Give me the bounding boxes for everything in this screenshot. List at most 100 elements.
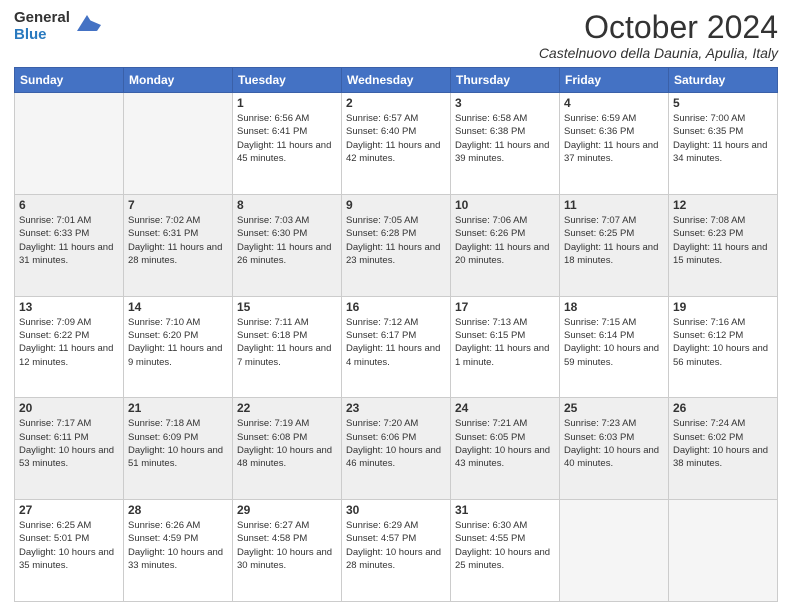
table-row: 31 Sunrise: 6:30 AM Sunset: 4:55 PM Dayli… [451, 500, 560, 602]
table-row [560, 500, 669, 602]
day-number: 1 [237, 96, 337, 110]
day-info: Sunrise: 6:59 AM Sunset: 6:36 PM Dayligh… [564, 112, 664, 165]
day-info: Sunrise: 6:30 AM Sunset: 4:55 PM Dayligh… [455, 519, 555, 572]
table-row: 21Sunrise: 7:18 AM Sunset: 6:09 PM Dayli… [124, 398, 233, 500]
day-number: 25 [564, 401, 664, 415]
calendar-week-row: 6 Sunrise: 7:01 AM Sunset: 6:33 PM Daylig… [15, 194, 778, 296]
logo-icon [73, 9, 101, 37]
table-row [124, 93, 233, 195]
calendar-week-row: 20 Sunrise: 7:17 AM Sunset: 6:11 PM Dayli… [15, 398, 778, 500]
day-number: 27 [19, 503, 119, 517]
day-number: 10 [455, 198, 555, 212]
day-info: Sunrise: 6:56 AM Sunset: 6:41 PM Dayligh… [237, 112, 337, 165]
table-row: 24Sunrise: 7:21 AM Sunset: 6:05 PM Dayli… [451, 398, 560, 500]
month-title: October 2024 [539, 10, 778, 45]
day-info: Sunrise: 7:06 AM Sunset: 6:26 PM Dayligh… [455, 214, 555, 267]
day-number: 7 [128, 198, 228, 212]
table-row: 30 Sunrise: 6:29 AM Sunset: 4:57 PM Dayli… [342, 500, 451, 602]
day-info: Sunrise: 7:02 AM Sunset: 6:31 PM Dayligh… [128, 214, 228, 267]
day-info: Sunrise: 6:29 AM Sunset: 4:57 PM Dayligh… [346, 519, 446, 572]
day-info: Sunrise: 7:15 AM Sunset: 6:14 PM Dayligh… [564, 316, 664, 369]
day-info: Sunrise: 7:23 AM Sunset: 6:03 PM Dayligh… [564, 417, 664, 470]
col-thursday: Thursday [451, 68, 560, 93]
day-number: 6 [19, 198, 119, 212]
day-info: Sunrise: 7:12 AM Sunset: 6:17 PM Dayligh… [346, 316, 446, 369]
table-row: 3 Sunrise: 6:58 AM Sunset: 6:38 PM Daylig… [451, 93, 560, 195]
day-number: 11 [564, 198, 664, 212]
day-info: Sunrise: 6:27 AM Sunset: 4:58 PM Dayligh… [237, 519, 337, 572]
table-row: 11Sunrise: 7:07 AM Sunset: 6:25 PM Dayli… [560, 194, 669, 296]
col-friday: Friday [560, 68, 669, 93]
calendar-week-row: 27 Sunrise: 6:25 AM Sunset: 5:01 PM Dayli… [15, 500, 778, 602]
day-info: Sunrise: 7:10 AM Sunset: 6:20 PM Dayligh… [128, 316, 228, 369]
day-number: 13 [19, 300, 119, 314]
col-saturday: Saturday [669, 68, 778, 93]
calendar-header-row: Sunday Monday Tuesday Wednesday Thursday… [15, 68, 778, 93]
table-row: 5Sunrise: 7:00 AM Sunset: 6:35 PM Daylig… [669, 93, 778, 195]
day-info: Sunrise: 6:58 AM Sunset: 6:38 PM Dayligh… [455, 112, 555, 165]
table-row: 13 Sunrise: 7:09 AM Sunset: 6:22 PM Dayli… [15, 296, 124, 398]
table-row: 19Sunrise: 7:16 AM Sunset: 6:12 PM Dayli… [669, 296, 778, 398]
day-info: Sunrise: 7:03 AM Sunset: 6:30 PM Dayligh… [237, 214, 337, 267]
logo: General Blue [14, 10, 101, 43]
table-row: 4Sunrise: 6:59 AM Sunset: 6:36 PM Daylig… [560, 93, 669, 195]
col-monday: Monday [124, 68, 233, 93]
day-info: Sunrise: 7:19 AM Sunset: 6:08 PM Dayligh… [237, 417, 337, 470]
day-number: 24 [455, 401, 555, 415]
day-info: Sunrise: 6:26 AM Sunset: 4:59 PM Dayligh… [128, 519, 228, 572]
table-row: 7 Sunrise: 7:02 AM Sunset: 6:31 PM Daylig… [124, 194, 233, 296]
day-number: 28 [128, 503, 228, 517]
table-row: 28 Sunrise: 6:26 AM Sunset: 4:59 PM Dayli… [124, 500, 233, 602]
table-row [15, 93, 124, 195]
day-number: 14 [128, 300, 228, 314]
page: General Blue October 2024 Castelnuovo de… [0, 0, 792, 612]
table-row: 14 Sunrise: 7:10 AM Sunset: 6:20 PM Dayli… [124, 296, 233, 398]
col-sunday: Sunday [15, 68, 124, 93]
day-number: 15 [237, 300, 337, 314]
table-row: 8 Sunrise: 7:03 AM Sunset: 6:30 PM Daylig… [233, 194, 342, 296]
day-info: Sunrise: 7:20 AM Sunset: 6:06 PM Dayligh… [346, 417, 446, 470]
table-row: 22 Sunrise: 7:19 AM Sunset: 6:08 PM Dayli… [233, 398, 342, 500]
day-info: Sunrise: 7:09 AM Sunset: 6:22 PM Dayligh… [19, 316, 119, 369]
table-row: 15Sunrise: 7:11 AM Sunset: 6:18 PM Dayli… [233, 296, 342, 398]
location: Castelnuovo della Daunia, Apulia, Italy [539, 45, 778, 61]
table-row: 20 Sunrise: 7:17 AM Sunset: 6:11 PM Dayli… [15, 398, 124, 500]
day-info: Sunrise: 7:05 AM Sunset: 6:28 PM Dayligh… [346, 214, 446, 267]
day-info: Sunrise: 7:18 AM Sunset: 6:09 PM Dayligh… [128, 417, 228, 470]
day-info: Sunrise: 7:00 AM Sunset: 6:35 PM Dayligh… [673, 112, 773, 165]
day-number: 31 [455, 503, 555, 517]
table-row: 16 Sunrise: 7:12 AM Sunset: 6:17 PM Dayli… [342, 296, 451, 398]
day-number: 29 [237, 503, 337, 517]
day-info: Sunrise: 7:16 AM Sunset: 6:12 PM Dayligh… [673, 316, 773, 369]
day-number: 26 [673, 401, 773, 415]
day-info: Sunrise: 7:17 AM Sunset: 6:11 PM Dayligh… [19, 417, 119, 470]
table-row: 27 Sunrise: 6:25 AM Sunset: 5:01 PM Dayli… [15, 500, 124, 602]
day-info: Sunrise: 7:24 AM Sunset: 6:02 PM Dayligh… [673, 417, 773, 470]
day-number: 9 [346, 198, 446, 212]
day-number: 30 [346, 503, 446, 517]
day-number: 3 [455, 96, 555, 110]
table-row: 17Sunrise: 7:13 AM Sunset: 6:15 PM Dayli… [451, 296, 560, 398]
day-info: Sunrise: 7:08 AM Sunset: 6:23 PM Dayligh… [673, 214, 773, 267]
day-number: 16 [346, 300, 446, 314]
col-tuesday: Tuesday [233, 68, 342, 93]
day-number: 8 [237, 198, 337, 212]
day-number: 20 [19, 401, 119, 415]
day-info: Sunrise: 6:25 AM Sunset: 5:01 PM Dayligh… [19, 519, 119, 572]
table-row: 9 Sunrise: 7:05 AM Sunset: 6:28 PM Daylig… [342, 194, 451, 296]
day-info: Sunrise: 7:01 AM Sunset: 6:33 PM Dayligh… [19, 214, 119, 267]
day-number: 23 [346, 401, 446, 415]
table-row: 29 Sunrise: 6:27 AM Sunset: 4:58 PM Dayli… [233, 500, 342, 602]
day-info: Sunrise: 7:13 AM Sunset: 6:15 PM Dayligh… [455, 316, 555, 369]
table-row: 1 Sunrise: 6:56 AM Sunset: 6:41 PM Daylig… [233, 93, 342, 195]
table-row: 25 Sunrise: 7:23 AM Sunset: 6:03 PM Dayli… [560, 398, 669, 500]
table-row: 18Sunrise: 7:15 AM Sunset: 6:14 PM Dayli… [560, 296, 669, 398]
day-number: 2 [346, 96, 446, 110]
table-row: 10 Sunrise: 7:06 AM Sunset: 6:26 PM Dayli… [451, 194, 560, 296]
day-number: 22 [237, 401, 337, 415]
table-row: 2 Sunrise: 6:57 AM Sunset: 6:40 PM Daylig… [342, 93, 451, 195]
day-info: Sunrise: 6:57 AM Sunset: 6:40 PM Dayligh… [346, 112, 446, 165]
table-row: 26 Sunrise: 7:24 AM Sunset: 6:02 PM Dayli… [669, 398, 778, 500]
table-row: 23 Sunrise: 7:20 AM Sunset: 6:06 PM Dayli… [342, 398, 451, 500]
calendar-table: Sunday Monday Tuesday Wednesday Thursday… [14, 67, 778, 602]
